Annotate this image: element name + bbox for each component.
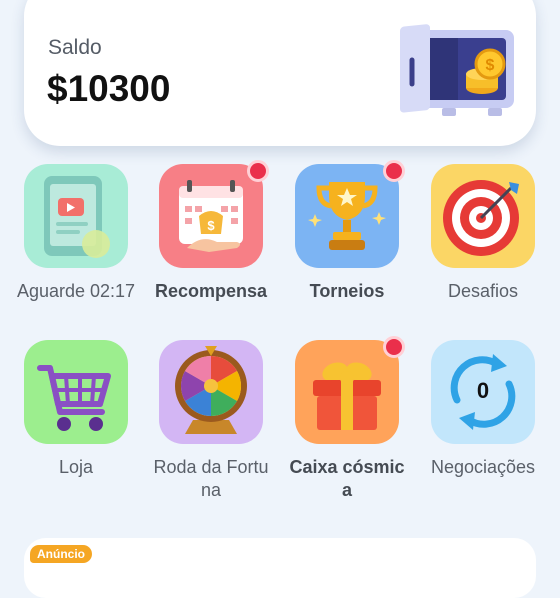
notification-dot [383, 160, 405, 182]
gift-box-icon [313, 362, 381, 430]
tile-label: Caixa cósmica [289, 457, 405, 500]
fortune-wheel-icon [175, 346, 247, 434]
trade-count: 0 [476, 378, 490, 403]
trophy-icon [308, 182, 386, 250]
tile-loja[interactable]: Loja [8, 340, 144, 479]
tile-label: Loja [58, 457, 94, 477]
tile-roda-da-fortuna[interactable]: Roda da Fortuna [143, 340, 279, 502]
tile-label: Roda da Fortuna [153, 457, 269, 500]
svg-text:$: $ [207, 218, 215, 233]
tile-label: Aguarde 02:17 [16, 281, 136, 301]
ad-card[interactable] [24, 538, 536, 598]
ad-badge: Anúncio [30, 545, 92, 563]
tile-aguarde[interactable]: Aguarde 02:17 [8, 164, 144, 303]
tile-caixa-cosmica[interactable]: Caixa cósmica [279, 336, 415, 502]
tile-label: Recompensa [154, 281, 268, 301]
tile-negociacoes[interactable]: 0 Negociações [415, 340, 551, 479]
tile-desafios[interactable]: Desafios [415, 164, 551, 303]
tile-recompensa[interactable]: $ Recompensa [143, 160, 279, 303]
video-tablet-icon [44, 176, 110, 258]
tile-label: Desafios [447, 281, 519, 301]
shopping-cart-icon [37, 365, 111, 431]
tile-label: Torneios [309, 281, 385, 301]
feature-grid: Aguarde 02:17 $ Recompensa Torneios Desa… [0, 0, 560, 560]
target-icon [443, 180, 519, 256]
notification-dot [383, 336, 405, 358]
notification-dot [247, 160, 269, 182]
tile-torneios[interactable]: Torneios [279, 160, 415, 303]
calendar-reward-icon: $ [179, 180, 243, 252]
tile-label: Negociações [430, 457, 536, 477]
